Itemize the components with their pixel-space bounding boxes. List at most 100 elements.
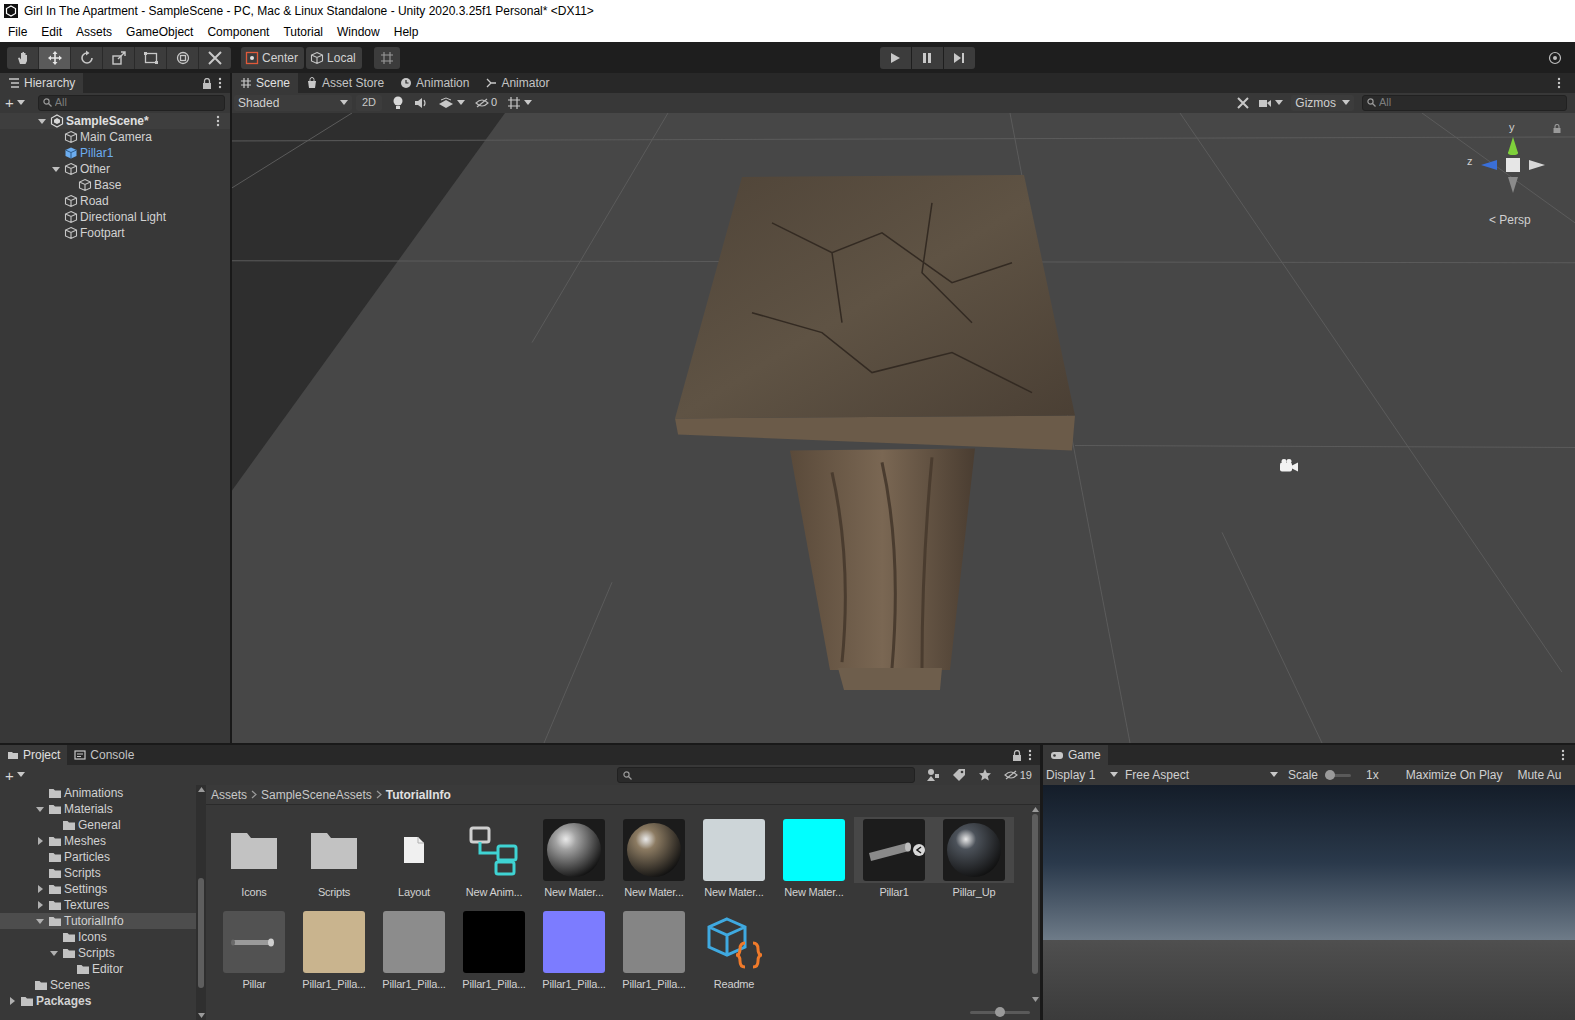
menu-item[interactable]: Component <box>200 23 276 41</box>
display-dropdown[interactable]: Display 1 <box>1046 766 1120 784</box>
aspect-dropdown[interactable]: Free Aspect <box>1125 766 1280 784</box>
tool-button[interactable] <box>103 47 135 69</box>
hierarchy-item[interactable]: Pillar1 <box>0 145 230 161</box>
folder-tree-item[interactable]: Materials <box>0 801 196 817</box>
asset-item[interactable]: Pillar1_Pilla... <box>294 909 374 1001</box>
pivot-button[interactable]: Center <box>241 47 304 69</box>
snap-button[interactable] <box>374 47 400 69</box>
expanded-arrow-icon[interactable] <box>34 803 46 815</box>
kebab-menu-icon[interactable] <box>216 115 220 127</box>
breadcrumb-item[interactable]: Assets <box>211 786 247 804</box>
step-button[interactable] <box>944 47 975 69</box>
gizmos-dropdown[interactable]: Gizmos <box>1291 95 1354 111</box>
scene-tab[interactable]: Animator <box>477 73 557 93</box>
collapsed-arrow-icon[interactable] <box>34 899 46 911</box>
scale-track[interactable] <box>1325 774 1351 777</box>
pause-button[interactable] <box>912 47 943 69</box>
thumb-size-knob[interactable] <box>995 1007 1005 1017</box>
project-tab[interactable]: Project <box>0 745 67 765</box>
hierarchy-item[interactable]: Footpart <box>0 225 230 241</box>
hierarchy-item[interactable]: Other <box>0 161 230 177</box>
menu-item[interactable]: Tutorial <box>276 23 330 41</box>
lighting-bulb-icon[interactable] <box>392 96 404 110</box>
hierarchy-item[interactable]: SampleScene* <box>0 113 230 129</box>
folder-tree-item[interactable]: TutorialInfo <box>0 913 196 929</box>
hierarchy-tab[interactable]: Hierarchy <box>0 73 83 93</box>
game-tab[interactable]: Game <box>1043 745 1108 765</box>
asset-item[interactable]: Layout <box>374 817 454 909</box>
grid-scrollbar[interactable] <box>1030 805 1040 1004</box>
folder-tree-item[interactable]: Scenes <box>0 977 196 993</box>
asset-item[interactable]: Pillar <box>214 909 294 1001</box>
asset-item[interactable]: Pillar_Up <box>934 817 1014 909</box>
hierarchy-search[interactable] <box>38 95 225 111</box>
audio-speaker-icon[interactable] <box>414 97 428 109</box>
cloud-button[interactable] <box>1544 47 1566 69</box>
mode-2d-button[interactable]: 2D <box>356 95 382 111</box>
hierarchy-item[interactable]: Road <box>0 193 230 209</box>
add-button[interactable]: + <box>5 768 14 783</box>
maximize-toggle[interactable]: Maximize On Play <box>1406 766 1503 784</box>
expanded-arrow-icon[interactable] <box>36 115 48 127</box>
hierarchy-search-input[interactable] <box>55 94 220 111</box>
breadcrumb-item[interactable]: SampleSceneAssets <box>261 786 372 804</box>
scene-tab[interactable]: Asset Store <box>298 73 392 93</box>
folder-tree-item[interactable]: General <box>0 817 196 833</box>
scene-tab[interactable]: Scene <box>232 73 298 93</box>
kebab-menu-icon[interactable] <box>218 77 222 89</box>
tree-scroll-thumb[interactable] <box>198 878 204 988</box>
space-button[interactable]: Local <box>306 47 362 69</box>
shading-dropdown[interactable]: Shaded <box>234 95 352 111</box>
tool-button[interactable] <box>167 47 199 69</box>
tool-button[interactable] <box>71 47 103 69</box>
hierarchy-item[interactable]: Directional Light <box>0 209 230 225</box>
asset-item[interactable]: Pillar1_Pilla... <box>374 909 454 1001</box>
menu-item[interactable]: File <box>1 23 34 41</box>
expanded-arrow-icon[interactable] <box>34 915 46 927</box>
thumb-size-track[interactable] <box>970 1011 1030 1014</box>
asset-item[interactable]: Pillar1 <box>854 817 934 909</box>
menu-item[interactable]: Edit <box>34 23 69 41</box>
tree-scrollbar[interactable] <box>196 785 206 1020</box>
folder-tree-item[interactable]: Meshes <box>0 833 196 849</box>
tool-button[interactable] <box>7 47 39 69</box>
asset-item[interactable]: New Mater... <box>534 817 614 909</box>
asset-item[interactable]: Readme <box>694 909 774 1001</box>
tool-button[interactable] <box>39 47 71 69</box>
asset-item[interactable]: Pillar1_Pilla... <box>614 909 694 1001</box>
asset-item[interactable]: New Anim... <box>454 817 534 909</box>
search-by-type-icon[interactable] <box>926 768 940 782</box>
tool-button[interactable] <box>135 47 167 69</box>
folder-tree-item[interactable]: Scripts <box>0 865 196 881</box>
asset-item[interactable]: New Mater... <box>614 817 694 909</box>
gizmo-lock-icon[interactable] <box>1553 124 1561 133</box>
effects-toggle[interactable] <box>438 97 465 109</box>
play-button[interactable] <box>880 47 911 69</box>
folder-tree-item[interactable]: Scripts <box>0 945 196 961</box>
lock-icon[interactable] <box>202 78 212 89</box>
hierarchy-item[interactable]: Main Camera <box>0 129 230 145</box>
dropdown-arrow-icon[interactable] <box>17 100 25 106</box>
tool-button[interactable] <box>199 47 231 69</box>
breadcrumb-item[interactable]: TutorialInfo <box>386 786 451 804</box>
kebab-menu-icon[interactable] <box>1561 749 1565 761</box>
asset-item[interactable]: Pillar1_Pilla... <box>454 909 534 1001</box>
mute-toggle[interactable]: Mute Au <box>1517 766 1561 784</box>
kebab-menu-icon[interactable] <box>1557 77 1561 89</box>
hierarchy-item[interactable]: Base <box>0 177 230 193</box>
menu-item[interactable]: Assets <box>69 23 119 41</box>
menu-item[interactable]: GameObject <box>119 23 200 41</box>
expanded-arrow-icon[interactable] <box>50 163 62 175</box>
folder-tree-item[interactable]: Icons <box>0 929 196 945</box>
kebab-menu-icon[interactable] <box>1028 749 1032 761</box>
lock-icon[interactable] <box>1012 750 1022 761</box>
asset-item[interactable]: New Mater... <box>694 817 774 909</box>
scene-search-input[interactable] <box>1379 94 1562 111</box>
label-tag-icon[interactable] <box>952 768 966 782</box>
folder-tree-item[interactable]: Settings <box>0 881 196 897</box>
projection-label[interactable]: < Persp <box>1489 211 1531 229</box>
project-search[interactable] <box>617 767 915 783</box>
scene-search[interactable] <box>1362 95 1567 111</box>
dropdown-arrow-icon[interactable] <box>17 772 25 778</box>
asset-item[interactable]: Pillar1_Pilla... <box>534 909 614 1001</box>
